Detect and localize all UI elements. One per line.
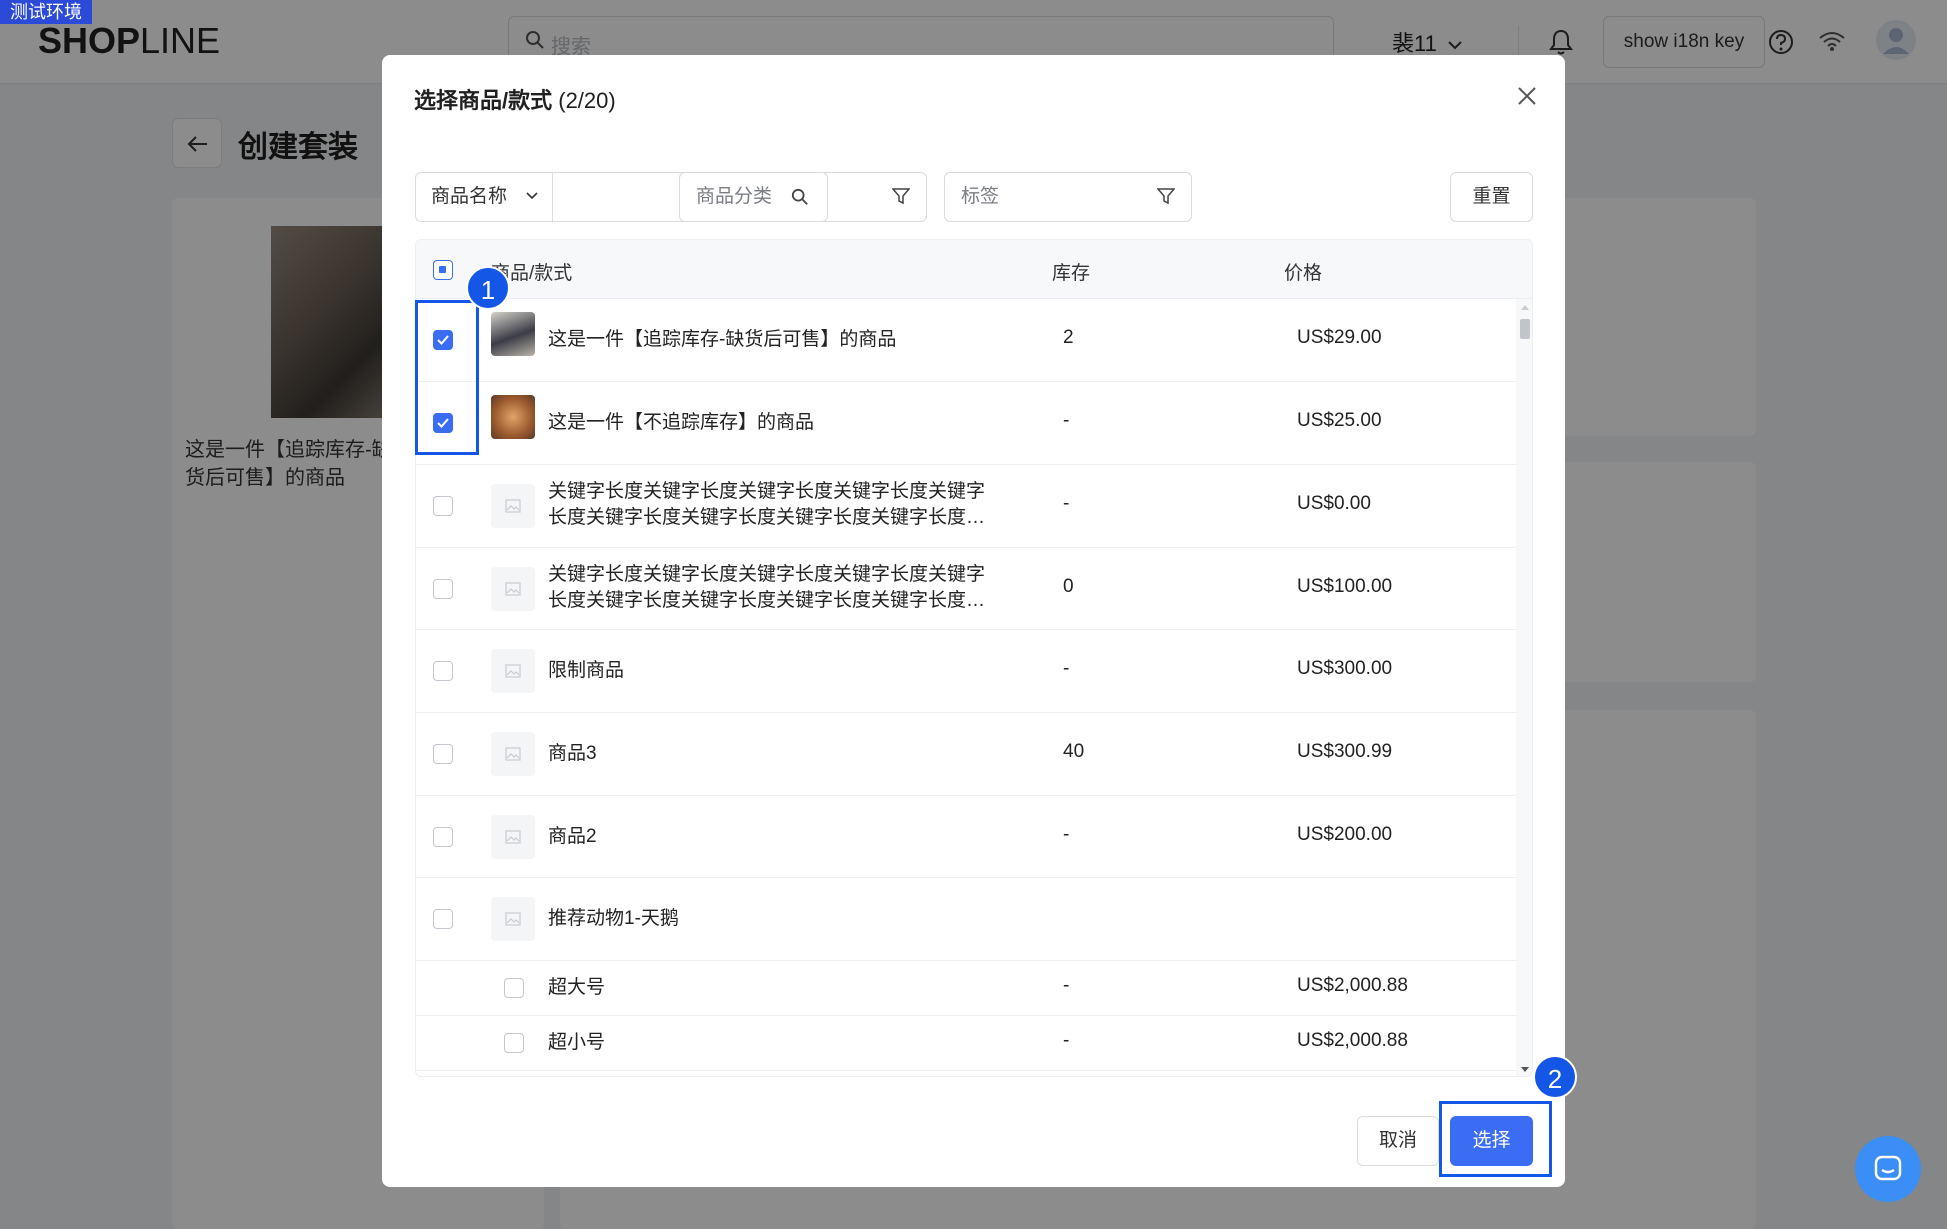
chat-support-button[interactable] <box>1855 1136 1921 1202</box>
dialog-title: 选择商品/款式 (2/20) <box>414 83 616 115</box>
selection-count: (2/20) <box>558 88 616 113</box>
row-checkbox[interactable] <box>433 744 453 764</box>
product-stock: 0 <box>1063 576 1074 597</box>
product-stock: - <box>1063 493 1070 514</box>
row-checkbox[interactable] <box>433 909 453 929</box>
table-row[interactable]: 商品2 - US$200.00 <box>416 796 1516 878</box>
product-name: 关键字长度关键字长度关键字长度关键字长度关键字长度关键字长度关键字长度关键字长度… <box>548 564 986 611</box>
variant-price: US$2,000.88 <box>1297 975 1408 996</box>
product-stock: - <box>1063 410 1070 431</box>
table-row[interactable]: 这是一件【不追踪库存】的商品 - US$25.00 <box>416 382 1516 465</box>
product-thumbnail <box>491 484 535 528</box>
product-thumbnail <box>491 649 535 693</box>
variant-name: 超大号 <box>548 977 606 998</box>
image-placeholder-icon <box>505 830 521 844</box>
product-name: 限制商品 <box>548 660 625 681</box>
product-price: US$200.00 <box>1297 824 1393 845</box>
chevron-down-icon <box>526 192 538 200</box>
product-name: 这是一件【追踪库存-缺货后可售】的商品 <box>548 329 897 350</box>
step-badge-2: 2 <box>1533 1055 1577 1099</box>
row-checkbox[interactable] <box>433 579 453 599</box>
product-price: US$0.00 <box>1297 493 1371 514</box>
reset-button[interactable]: 重置 <box>1450 172 1533 222</box>
column-header-stock: 库存 <box>1052 263 1091 284</box>
table-body: 这是一件【追踪库存-缺货后可售】的商品 2 US$29.00 这是一件【不追踪库… <box>416 299 1516 1071</box>
scroll-up-arrow[interactable] <box>1521 305 1529 310</box>
close-icon[interactable] <box>1514 83 1540 109</box>
product-price: US$29.00 <box>1297 327 1382 348</box>
product-name: 推荐动物1-天鹅 <box>548 908 679 929</box>
product-thumbnail <box>491 732 535 776</box>
variant-row[interactable]: 超大号 - US$2,000.88 <box>416 961 1516 1016</box>
table-row[interactable]: 关键字长度关键字长度关键字长度关键字长度关键字长度关键字长度关键字长度关键字长度… <box>416 548 1516 630</box>
product-price: US$300.00 <box>1297 658 1393 679</box>
image-placeholder-icon <box>505 664 521 678</box>
row-checkbox[interactable] <box>433 496 453 516</box>
product-price: US$25.00 <box>1297 410 1382 431</box>
highlight-box-checkboxes <box>415 300 479 455</box>
select-products-dialog: 选择商品/款式 (2/20) 商品名称 商品分类 标签 重置 商品/款式 库存 … <box>382 55 1565 1187</box>
product-name: 关键字长度关键字长度关键字长度关键字长度关键字长度关键字长度关键字长度关键字长度… <box>548 481 986 528</box>
category-filter[interactable]: 商品分类 <box>679 172 927 222</box>
chat-icon <box>1874 1155 1902 1181</box>
product-table: 商品/款式 库存 价格 这是一件【追踪库存-缺货后可售】的商品 2 US$29.… <box>415 239 1533 1077</box>
scrollbar-thumb[interactable] <box>1520 319 1530 339</box>
variant-stock: - <box>1063 1030 1070 1051</box>
product-stock: - <box>1063 658 1070 679</box>
image-placeholder-icon <box>505 747 521 761</box>
table-row[interactable]: 限制商品 - US$300.00 <box>416 630 1516 713</box>
environment-tag: 测试环境 <box>0 0 92 24</box>
tag-filter-label: 标签 <box>961 186 1000 207</box>
row-checkbox[interactable] <box>433 827 453 847</box>
variant-price: US$2,000.88 <box>1297 1030 1408 1051</box>
product-name: 商品3 <box>548 743 597 764</box>
image-placeholder-icon <box>505 582 521 596</box>
table-scrollbar[interactable] <box>1516 299 1532 1076</box>
table-row[interactable]: 关键字长度关键字长度关键字长度关键字长度关键字长度关键字长度关键字长度关键字长度… <box>416 465 1516 548</box>
select-all-checkbox[interactable] <box>433 260 453 280</box>
product-thumbnail <box>491 815 535 859</box>
variant-stock: - <box>1063 975 1070 996</box>
table-header: 商品/款式 库存 价格 <box>416 240 1532 299</box>
column-header-price: 价格 <box>1284 263 1323 284</box>
product-stock: - <box>1063 824 1070 845</box>
product-price: US$100.00 <box>1297 576 1393 597</box>
product-thumbnail <box>491 897 535 941</box>
product-thumbnail <box>491 312 535 356</box>
highlight-box-select <box>1439 1101 1552 1177</box>
search-field-select[interactable]: 商品名称 <box>415 172 552 222</box>
product-stock: 40 <box>1063 741 1085 762</box>
filter-icon <box>892 188 910 205</box>
variant-checkbox[interactable] <box>504 978 524 998</box>
step-badge-1: 1 <box>466 266 510 310</box>
variant-checkbox[interactable] <box>504 1033 524 1053</box>
image-placeholder-icon <box>505 912 521 926</box>
product-thumbnail <box>491 395 535 439</box>
product-name: 这是一件【不追踪库存】的商品 <box>548 412 815 433</box>
table-row[interactable]: 商品3 40 US$300.99 <box>416 713 1516 796</box>
image-placeholder-icon <box>505 499 521 513</box>
filter-icon <box>1157 188 1175 205</box>
scroll-down-arrow[interactable] <box>1521 1067 1529 1072</box>
table-row[interactable]: 这是一件【追踪库存-缺货后可售】的商品 2 US$29.00 <box>416 299 1516 382</box>
row-checkbox[interactable] <box>433 661 453 681</box>
dialog-title-text: 选择商品/款式 <box>414 88 553 113</box>
variant-row[interactable]: 超小号 - US$2,000.88 <box>416 1016 1516 1071</box>
category-filter-label: 商品分类 <box>696 186 773 207</box>
product-thumbnail <box>491 567 535 611</box>
product-price: US$300.99 <box>1297 741 1393 762</box>
table-row[interactable]: 推荐动物1-天鹅 <box>416 878 1516 961</box>
product-stock: 2 <box>1063 327 1074 348</box>
tag-filter[interactable]: 标签 <box>944 172 1192 222</box>
search-field-label: 商品名称 <box>431 186 508 207</box>
cancel-button[interactable]: 取消 <box>1357 1116 1439 1166</box>
product-name: 商品2 <box>548 826 597 847</box>
variant-name: 超小号 <box>548 1032 606 1053</box>
